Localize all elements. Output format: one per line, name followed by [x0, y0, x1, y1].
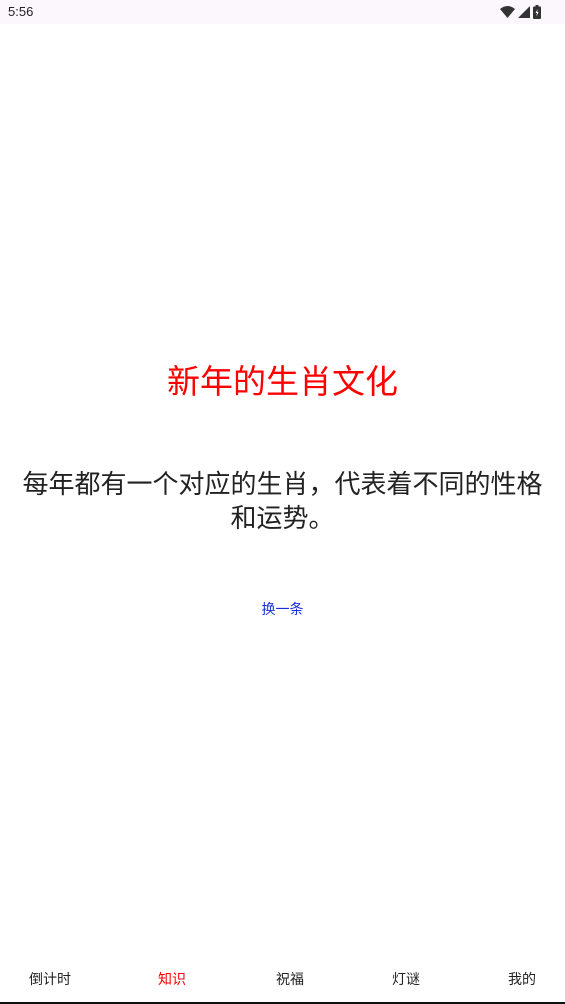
- refresh-button[interactable]: 换一条: [232, 598, 333, 622]
- nav-item-riddles[interactable]: 灯谜: [366, 968, 446, 992]
- wifi-icon: [500, 6, 515, 18]
- status-time: 5:56: [8, 4, 34, 19]
- nav-item-knowledge[interactable]: 知识: [132, 968, 212, 992]
- signal-icon: [518, 6, 530, 18]
- nav-item-blessings[interactable]: 祝福: [250, 968, 330, 992]
- status-icons: [500, 4, 541, 20]
- nav-item-mine[interactable]: 我的: [482, 968, 562, 992]
- screen: 5:56 新年的生肖文化 每年都有一个对应的生肖，代表着不同的性格和运势。 换一…: [0, 0, 565, 1004]
- content-body: 每年都有一个对应的生肖，代表着不同的性格和运势。: [22, 470, 543, 534]
- content-title: 新年的生肖文化: [167, 362, 398, 401]
- battery-icon: [533, 5, 541, 19]
- bottom-nav: 倒计时 知识 祝福 灯谜 我的: [0, 958, 565, 1004]
- nav-item-countdown[interactable]: 倒计时: [10, 968, 90, 992]
- status-bar: 5:56: [0, 0, 565, 24]
